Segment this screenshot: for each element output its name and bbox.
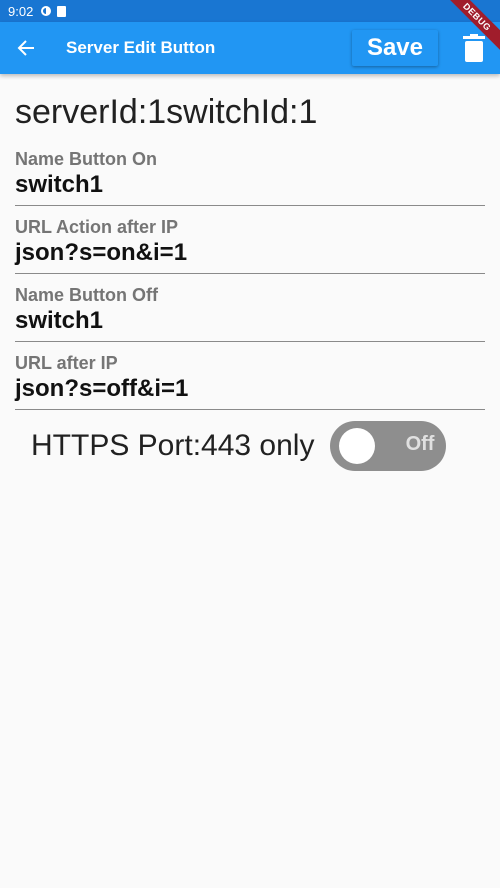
app-bar: Server Edit Button Save bbox=[0, 22, 500, 74]
field-label: URL after IP bbox=[15, 353, 118, 373]
toggle-knob bbox=[339, 428, 376, 464]
status-bar: 9:02 bbox=[0, 0, 500, 22]
field-label: Name Button On bbox=[15, 149, 157, 169]
save-button[interactable]: Save bbox=[351, 30, 438, 66]
field-label: URL Action after IP bbox=[15, 217, 179, 237]
https-row: HTTPS Port:443 only Off bbox=[15, 418, 485, 474]
arrow-back-icon bbox=[17, 40, 34, 56]
status-time: 9:02 bbox=[8, 3, 34, 19]
name-on-field[interactable]: Name Button On switch1 bbox=[15, 138, 485, 206]
url-off-field[interactable]: URL after IP json?s=off&i=1 bbox=[15, 342, 485, 410]
name-off-input[interactable]: switch1 bbox=[15, 306, 485, 336]
page-title: Server Edit Button bbox=[66, 38, 216, 57]
url-off-input[interactable]: json?s=off&i=1 bbox=[15, 374, 485, 404]
https-toggle[interactable]: Off bbox=[330, 421, 447, 471]
url-on-field[interactable]: URL Action after IP json?s=on&i=1 bbox=[15, 206, 485, 274]
url-on-input[interactable]: json?s=on&i=1 bbox=[15, 238, 485, 268]
name-on-input[interactable]: switch1 bbox=[15, 170, 485, 200]
back-button[interactable] bbox=[0, 22, 52, 74]
toggle-state-text: Off bbox=[405, 433, 435, 455]
name-off-field[interactable]: Name Button Off switch1 bbox=[15, 274, 485, 342]
server-heading: serverId:1switchId:1 bbox=[15, 93, 318, 131]
sync-icon bbox=[41, 6, 52, 16]
form: serverId:1switchId:1 Name Button On swit… bbox=[15, 90, 485, 474]
sd-card-icon bbox=[57, 5, 67, 17]
trash-icon bbox=[463, 34, 485, 62]
https-label: HTTPS Port:443 only bbox=[31, 429, 315, 462]
field-label: Name Button Off bbox=[15, 285, 158, 305]
